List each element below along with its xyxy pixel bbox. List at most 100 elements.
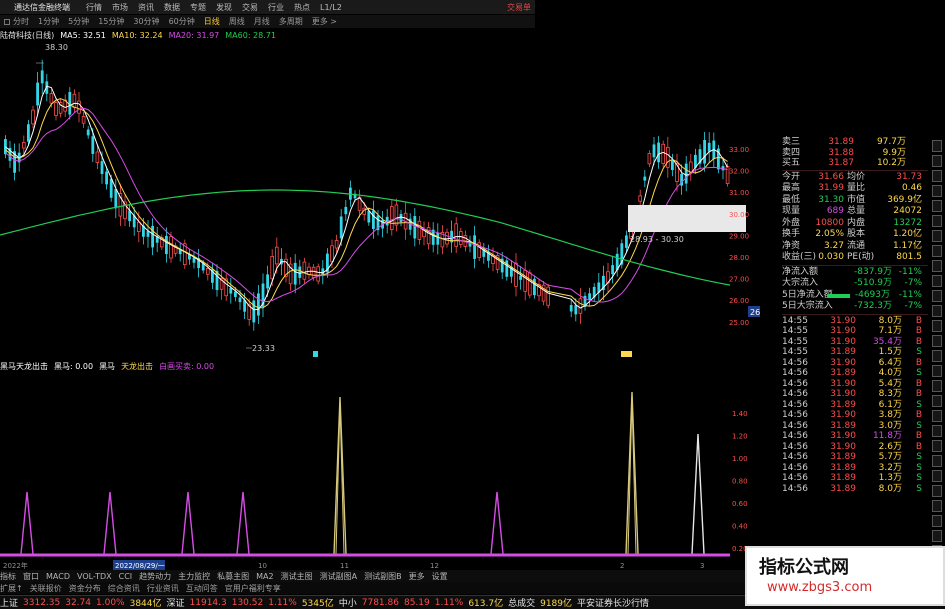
indicator-chart[interactable]: 1.401.201.000.800.600.400.20 — [0, 372, 760, 560]
period-more[interactable]: 更多 > — [312, 16, 337, 27]
candle[interactable] — [703, 140, 706, 164]
toolbar-button[interactable] — [932, 230, 942, 242]
tab-main-monitor[interactable]: 主力监控 — [178, 571, 210, 582]
candle[interactable] — [49, 93, 54, 104]
period-weekly[interactable]: 周线 — [229, 16, 245, 27]
tick-row[interactable]: 14:56 31.90 2.6万 B — [782, 442, 928, 453]
candle[interactable] — [311, 266, 316, 278]
order-book-row[interactable]: 买五 31.87 10.2万 — [782, 158, 928, 169]
candle[interactable] — [671, 159, 674, 171]
toolbar-button[interactable] — [932, 500, 942, 512]
event-marker[interactable] — [313, 351, 318, 357]
candle[interactable] — [372, 210, 375, 229]
order-book-row[interactable]: 卖三 31.89 97.7万 — [782, 137, 928, 148]
menu-item-data[interactable]: 数据 — [164, 2, 180, 13]
candle[interactable] — [274, 246, 279, 265]
candle[interactable] — [105, 171, 108, 185]
candle[interactable] — [27, 124, 30, 142]
toolbar-button[interactable] — [932, 350, 942, 362]
candle[interactable] — [91, 136, 95, 154]
trade-order-button[interactable]: 交易单 — [507, 2, 531, 13]
candle[interactable] — [625, 235, 628, 248]
candle[interactable] — [114, 188, 118, 209]
tick-row[interactable]: 14:56 31.90 8.3万 B — [782, 389, 928, 400]
period-30min[interactable]: 30分钟 — [133, 16, 159, 27]
menu-item-topic[interactable]: 专题 — [190, 2, 206, 13]
tab-window[interactable]: 窗口 — [23, 571, 39, 582]
candle[interactable] — [652, 144, 656, 158]
candle[interactable] — [316, 266, 320, 282]
toolbar-button[interactable] — [932, 185, 942, 197]
toolbar-button[interactable] — [932, 380, 942, 392]
candle[interactable] — [445, 231, 449, 245]
toolbar-button[interactable] — [932, 470, 942, 482]
menu-item-hot[interactable]: 热点 — [294, 2, 310, 13]
status-item[interactable]: 中小 — [339, 596, 357, 609]
candle[interactable] — [344, 206, 348, 215]
order-book-row[interactable]: 卖四 31.88 9.9万 — [782, 148, 928, 159]
tab-qa[interactable]: 互动问答 — [186, 583, 218, 594]
period-15min[interactable]: 15分钟 — [98, 16, 124, 27]
menu-item-market[interactable]: 市场 — [112, 2, 128, 13]
tick-row[interactable]: 14:56 31.89 4.0万 S — [782, 368, 928, 379]
tick-row[interactable]: 14:56 31.90 5.4万 B — [782, 379, 928, 390]
toolbar-button[interactable] — [932, 395, 942, 407]
candle[interactable] — [528, 272, 532, 296]
toolbar-button[interactable] — [932, 515, 942, 527]
tick-row[interactable]: 14:55 31.90 35.4万 B — [782, 337, 928, 348]
toolbar-button[interactable] — [932, 275, 942, 287]
menu-item-l1l2[interactable]: L1/L2 — [320, 3, 342, 12]
tab-more[interactable]: 更多 — [409, 571, 425, 582]
candle[interactable] — [519, 275, 522, 280]
toolbar-button[interactable] — [932, 215, 942, 227]
tick-row[interactable]: 14:56 31.89 8.0万 S — [782, 484, 928, 495]
event-marker[interactable] — [621, 351, 632, 357]
toolbar-button[interactable] — [932, 245, 942, 257]
candle[interactable] — [661, 143, 665, 164]
tab-indicator[interactable]: 指标 — [0, 571, 16, 582]
candlestick-chart[interactable]: 38.30 23.33 28.93 - 30.30 33.00 32.00 31.0… — [0, 40, 760, 358]
tick-row[interactable]: 14:56 31.89 5.7万 S — [782, 452, 928, 463]
period-60min[interactable]: 60分钟 — [169, 16, 195, 27]
candle[interactable] — [666, 146, 670, 168]
tick-row[interactable]: 14:55 31.89 1.5万 S — [782, 347, 928, 358]
candle[interactable] — [569, 305, 573, 312]
tab-ma2[interactable]: MA2 — [256, 572, 273, 581]
tab-macd[interactable]: MACD — [46, 572, 70, 581]
toolbar-button[interactable] — [932, 530, 942, 542]
tick-row[interactable]: 14:56 31.89 6.1万 S — [782, 400, 928, 411]
candle[interactable] — [611, 265, 614, 275]
tab-trend[interactable]: 趋势动力 — [139, 571, 171, 582]
period-5min[interactable]: 5分钟 — [68, 16, 89, 27]
tick-row[interactable]: 14:55 31.90 7.1万 B — [782, 326, 928, 337]
toolbar-button[interactable] — [932, 335, 942, 347]
candle[interactable] — [54, 102, 58, 116]
candle[interactable] — [458, 231, 463, 245]
tab-test-main[interactable]: 测试主图 — [281, 571, 313, 582]
tab-test-sub-b[interactable]: 测试副图B — [364, 571, 402, 582]
tab-settings[interactable]: 设置 — [432, 571, 448, 582]
candle[interactable] — [473, 235, 476, 259]
candle[interactable] — [436, 232, 440, 245]
tab-cci[interactable]: CCI — [119, 572, 133, 581]
menu-item-discover[interactable]: 发现 — [216, 2, 232, 13]
candle[interactable] — [266, 274, 269, 289]
candle[interactable] — [367, 210, 371, 223]
toolbar-button[interactable] — [932, 305, 942, 317]
candle[interactable] — [574, 305, 578, 315]
candle[interactable] — [394, 204, 399, 226]
tick-row[interactable]: 14:56 31.90 6.4万 B — [782, 358, 928, 369]
period-intraday[interactable]: 分时 — [13, 16, 29, 27]
indicator-name[interactable]: 黑马天龙出击 — [0, 361, 48, 372]
candle[interactable] — [81, 116, 86, 124]
candle[interactable] — [578, 298, 583, 314]
tick-list[interactable]: 14:55 31.90 8.0万 B 14:55 31.90 7.1万 B 14:5… — [782, 316, 928, 495]
candle[interactable] — [417, 220, 422, 240]
tab-test-sub-a[interactable]: 测试副图A — [320, 571, 357, 582]
candle[interactable] — [238, 297, 242, 303]
candle[interactable] — [523, 269, 527, 292]
toolbar-button[interactable] — [932, 170, 942, 182]
candle[interactable] — [72, 93, 77, 109]
period-1min[interactable]: 1分钟 — [38, 16, 59, 27]
candle[interactable] — [546, 286, 550, 306]
